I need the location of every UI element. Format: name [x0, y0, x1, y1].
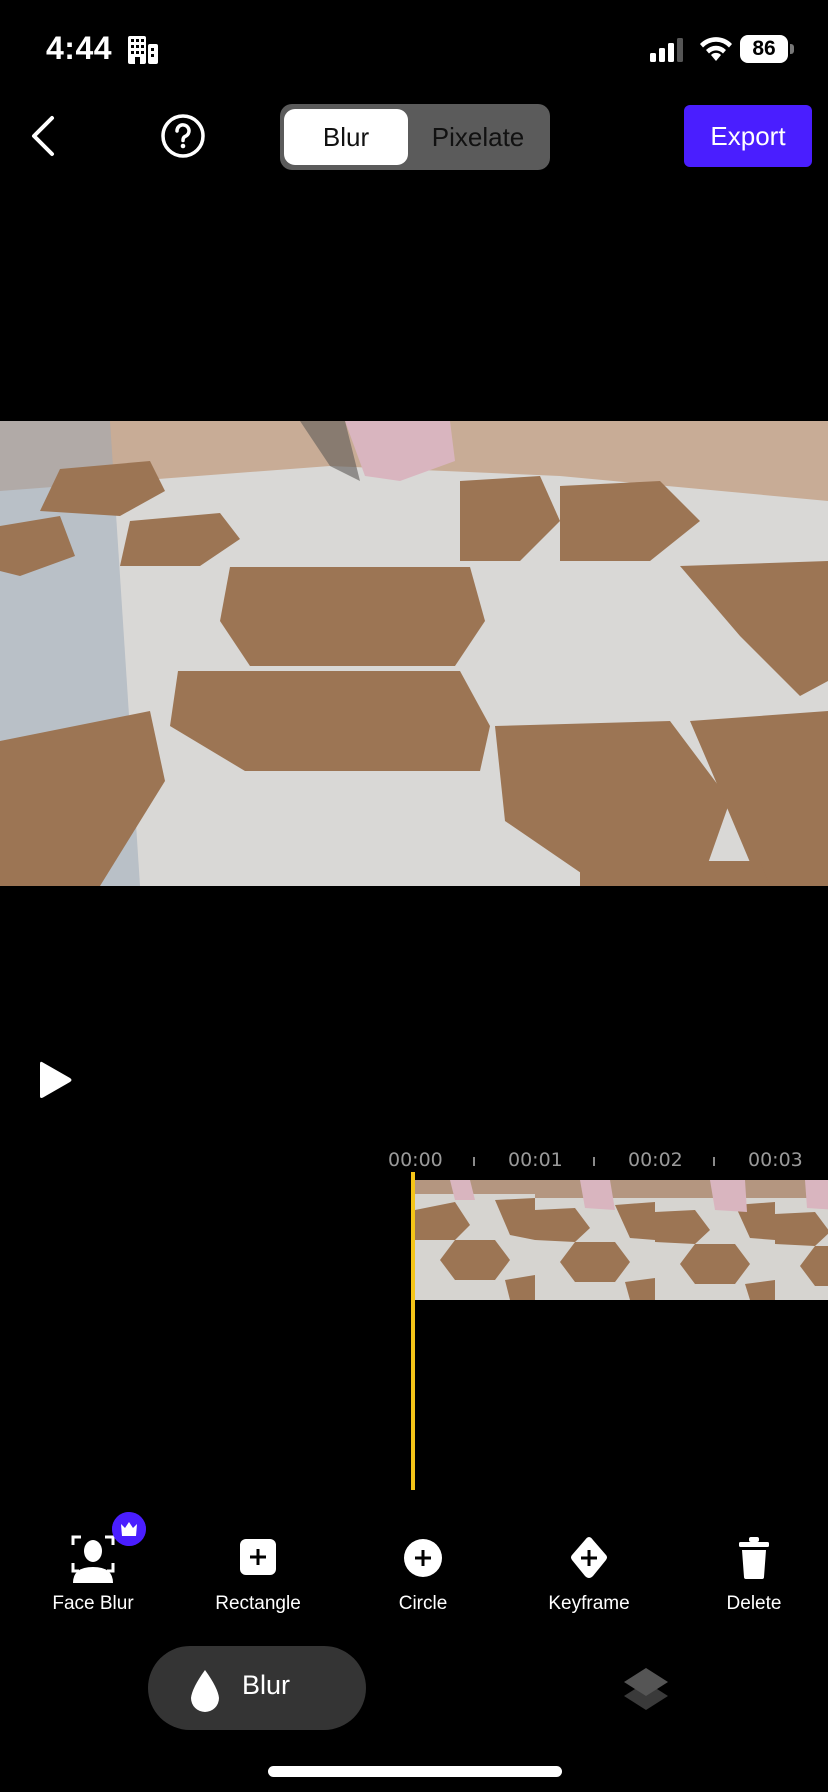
timecode-label: 00:01: [508, 1149, 563, 1171]
export-button[interactable]: Export: [684, 105, 812, 167]
tool-label: Keyframe: [548, 1593, 630, 1614]
tool-keyframe[interactable]: Keyframe: [524, 1525, 654, 1625]
video-preview[interactable]: [0, 421, 828, 886]
clip-thumbnail: [775, 1180, 828, 1300]
blur-mode-toggle: Blur Pixelate: [280, 104, 550, 170]
clip-thumbnail: [415, 1180, 535, 1300]
video-clip-strip[interactable]: [415, 1180, 828, 1300]
cellular-signal-icon: [650, 38, 683, 62]
timecode-label: 00:03: [748, 1149, 803, 1171]
premium-crown-badge: [112, 1512, 146, 1546]
mode-option-blur[interactable]: Blur: [284, 109, 408, 165]
droplet-icon: [191, 1670, 219, 1712]
tool-label: Rectangle: [215, 1593, 301, 1614]
trash-icon: [739, 1537, 769, 1579]
rectangle-add-icon: [240, 1539, 276, 1575]
tool-label: Circle: [398, 1593, 448, 1614]
timeline-tick: [473, 1157, 475, 1166]
keyframe-diamond-icon: [571, 1537, 607, 1578]
tool-circle[interactable]: Circle: [358, 1525, 488, 1625]
circle-add-icon: [404, 1539, 442, 1577]
tool-label: Face Blur: [52, 1593, 134, 1614]
battery-icon: 86: [740, 35, 796, 63]
mode-option-pixelate[interactable]: Pixelate: [410, 109, 546, 165]
layers-tab[interactable]: [620, 1664, 672, 1714]
blur-tab-label: Blur: [242, 1670, 291, 1700]
timeline-tick: [593, 1157, 595, 1166]
tool-rectangle[interactable]: Rectangle: [193, 1525, 323, 1625]
chevron-left-icon: [32, 116, 54, 156]
timecode-label: 00:02: [628, 1149, 683, 1171]
clip-thumbnail: [535, 1180, 655, 1300]
video-frame-image: [0, 421, 828, 886]
wifi-icon: [700, 37, 732, 61]
battery-percent: 86: [740, 35, 788, 63]
face-scan-icon: [71, 1535, 115, 1583]
blur-tab[interactable]: Blur: [148, 1646, 366, 1730]
play-button[interactable]: [36, 1058, 76, 1102]
help-button[interactable]: [160, 113, 206, 159]
question-circle-icon: [161, 114, 205, 158]
playhead[interactable]: [411, 1172, 415, 1490]
status-time: 4:44: [46, 30, 113, 66]
timecode-label: 00:00: [388, 1149, 443, 1171]
timeline-tick: [713, 1157, 715, 1166]
tool-delete[interactable]: Delete: [689, 1525, 819, 1625]
tool-label: Delete: [726, 1593, 782, 1614]
building-icon: [128, 36, 158, 64]
clip-thumbnail: [655, 1180, 775, 1300]
play-icon: [40, 1061, 72, 1098]
layers-icon: [624, 1668, 668, 1710]
home-indicator[interactable]: [268, 1766, 562, 1777]
back-button[interactable]: [24, 112, 64, 160]
